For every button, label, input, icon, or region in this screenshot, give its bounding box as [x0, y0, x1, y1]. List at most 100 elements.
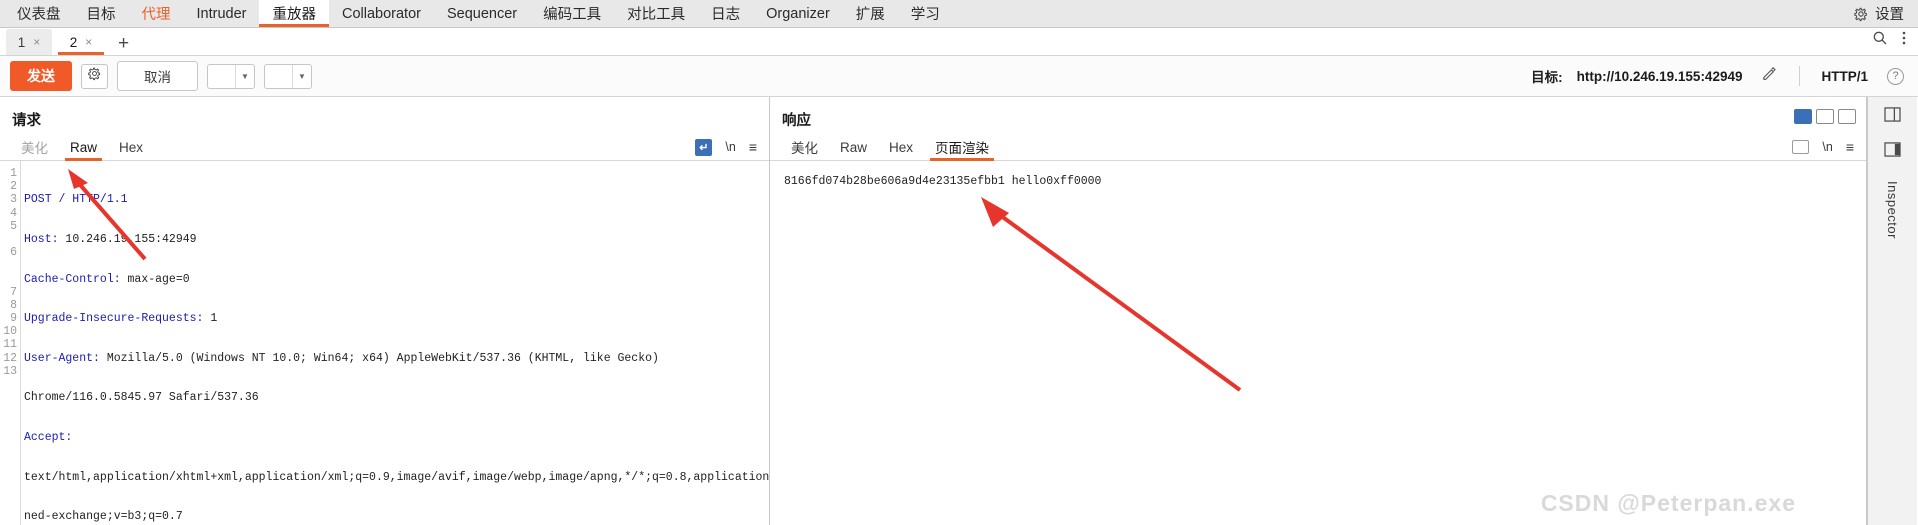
code-value: 1: [203, 312, 218, 326]
menu-item-sequencer[interactable]: Sequencer: [434, 0, 530, 27]
response-body-text: 8166fd074b28be606a9d4e23135efbb1 hello0x…: [784, 175, 1102, 188]
response-body[interactable]: 8166fd074b28be606a9d4e23135efbb1 hello0x…: [770, 161, 1866, 525]
send-button[interactable]: 发送: [10, 61, 72, 91]
menu-item-target[interactable]: 目标: [74, 0, 129, 27]
chevron-down-icon[interactable]: ▼: [235, 64, 254, 88]
response-tab-render[interactable]: 页面渲染: [924, 134, 1000, 161]
request-code[interactable]: POST / HTTP/1.1 Host: 10.246.19.155:4294…: [24, 161, 769, 525]
line-number: 12: [3, 351, 17, 365]
main-menu-bar: 仪表盘 目标 代理 Intruder 重放器 Collaborator Sequ…: [0, 0, 1918, 28]
menu-item-learn[interactable]: 学习: [898, 0, 953, 27]
menu-item-dashboard[interactable]: 仪表盘: [4, 0, 74, 27]
line-number: 7: [10, 285, 17, 299]
question-icon[interactable]: ?: [1887, 67, 1904, 85]
http-version-label[interactable]: HTTP/1: [1821, 69, 1868, 84]
view-single-icon[interactable]: [1838, 109, 1856, 124]
menu-label: 仪表盘: [17, 7, 61, 23]
main-split: 请求 美化 Raw Hex ↵ \n ≡ 1 2 3 4 5 6 7 8 9 1…: [0, 97, 1918, 525]
menu-item-logger[interactable]: 日志: [698, 0, 753, 27]
cancel-button[interactable]: 取消: [117, 61, 198, 91]
line-number: 10: [3, 325, 17, 339]
code-key: Accept:: [24, 430, 73, 444]
inspector-label[interactable]: Inspector: [1885, 181, 1900, 239]
subtab-label: 美化: [791, 141, 818, 156]
panel-icon[interactable]: [1884, 142, 1901, 161]
view-split-vertical-icon[interactable]: [1794, 109, 1812, 124]
next-request-button[interactable]: ⟩ ▼: [264, 63, 312, 89]
code-key: POST / HTTP/1.1: [24, 193, 128, 207]
subtab-label: Hex: [119, 139, 144, 155]
options-menu-icon[interactable]: ≡: [1846, 140, 1854, 154]
wrap-lines-icon[interactable]: ↵: [695, 138, 713, 156]
request-title: 请求: [12, 113, 41, 129]
view-split-horizontal-icon[interactable]: [1816, 109, 1834, 124]
line-number: 3: [10, 193, 17, 207]
response-tab-hex[interactable]: Hex: [878, 134, 924, 161]
burp-suite-window: 仪表盘 目标 代理 Intruder 重放器 Collaborator Sequ…: [0, 0, 1918, 525]
line-number: 4: [10, 206, 17, 220]
code-value: Chrome/116.0.5845.97 Safari/537.36: [24, 391, 259, 405]
request-tools: ↵ \n ≡: [695, 138, 769, 156]
request-pane: 请求 美化 Raw Hex ↵ \n ≡ 1 2 3 4 5 6 7 8 9 1…: [0, 97, 770, 525]
menu-item-proxy[interactable]: 代理: [129, 0, 184, 27]
line-number: 5: [10, 219, 17, 233]
menu-label: 重放器: [272, 7, 316, 23]
line-number: 13: [3, 364, 17, 378]
chevron-right-icon: ⟩: [265, 65, 292, 88]
response-tab-raw[interactable]: Raw: [829, 134, 878, 161]
request-settings-button[interactable]: [81, 63, 108, 89]
request-tab-pretty[interactable]: 美化: [10, 134, 59, 161]
response-view-toggle: [1794, 97, 1866, 124]
code-line: User-Agent: Mozilla/5.0 (Windows NT 10.0…: [24, 352, 769, 365]
newline-icon[interactable]: \n: [1822, 140, 1832, 154]
menu-label: 学习: [910, 7, 940, 23]
search-icon[interactable]: [1872, 30, 1888, 51]
line-number: 6: [10, 246, 17, 260]
pencil-icon[interactable]: [1761, 65, 1778, 87]
code-line: Accept:: [24, 431, 769, 444]
request-tab-raw[interactable]: Raw: [59, 134, 108, 161]
subtab-label: Hex: [889, 139, 914, 155]
subtab-label: Raw: [70, 139, 98, 155]
menu-label: Sequencer: [446, 5, 518, 22]
settings-button[interactable]: 设置: [1845, 0, 1918, 27]
target-url[interactable]: http://10.246.19.155:42949: [1577, 69, 1743, 84]
request-tab-hex[interactable]: Hex: [108, 134, 154, 161]
menu-item-decoder[interactable]: 编码工具: [530, 0, 614, 27]
response-tab-pretty[interactable]: 美化: [780, 134, 829, 161]
menu-item-intruder[interactable]: Intruder: [184, 0, 260, 27]
menu-item-collaborator[interactable]: Collaborator: [329, 0, 434, 27]
add-tab-button[interactable]: +: [110, 34, 137, 55]
newline-icon[interactable]: \n: [725, 140, 735, 154]
wrap-lines-icon[interactable]: [1792, 140, 1810, 154]
repeater-tab-1[interactable]: 1 ×: [6, 29, 52, 55]
options-menu-icon[interactable]: ≡: [749, 140, 757, 154]
gear-icon: [1853, 6, 1869, 22]
repeater-tab-2[interactable]: 2 ×: [58, 29, 104, 55]
close-icon[interactable]: ×: [85, 35, 92, 49]
menu-label: Collaborator: [341, 5, 421, 22]
code-value: text/html,application/xhtml+xml,applicat…: [24, 470, 769, 484]
menu-label: 扩展: [855, 7, 885, 23]
code-line: Chrome/116.0.5845.97 Safari/537.36: [24, 391, 769, 404]
prev-request-button[interactable]: ⟨ ▼: [207, 63, 255, 89]
repeater-tab-strip: 1 × 2 × +: [0, 28, 1918, 56]
layout-icon[interactable]: [1884, 107, 1901, 126]
menu-item-repeater[interactable]: 重放器: [259, 0, 329, 27]
menu-item-extensions[interactable]: 扩展: [843, 0, 898, 27]
request-subtabs: 美化 Raw Hex ↵ \n ≡: [0, 134, 769, 161]
subtab-label: 页面渲染: [935, 141, 990, 156]
chevron-down-icon[interactable]: ▼: [292, 64, 311, 88]
line-number: [0, 233, 20, 246]
line-number: [0, 259, 20, 272]
menu-label: 目标: [86, 7, 116, 23]
close-icon[interactable]: ×: [33, 35, 40, 49]
menu-item-organizer[interactable]: Organizer: [753, 0, 843, 27]
menu-item-comparer[interactable]: 对比工具: [614, 0, 698, 27]
chevron-left-icon: ⟨: [208, 65, 235, 88]
request-editor[interactable]: 1 2 3 4 5 6 7 8 9 10 11 12 13 POST / HTT…: [0, 161, 769, 525]
code-key: Host:: [24, 233, 59, 246]
vertical-dots-icon[interactable]: [1902, 30, 1906, 51]
subtab-label: 美化: [21, 141, 48, 156]
line-number: [0, 273, 20, 286]
